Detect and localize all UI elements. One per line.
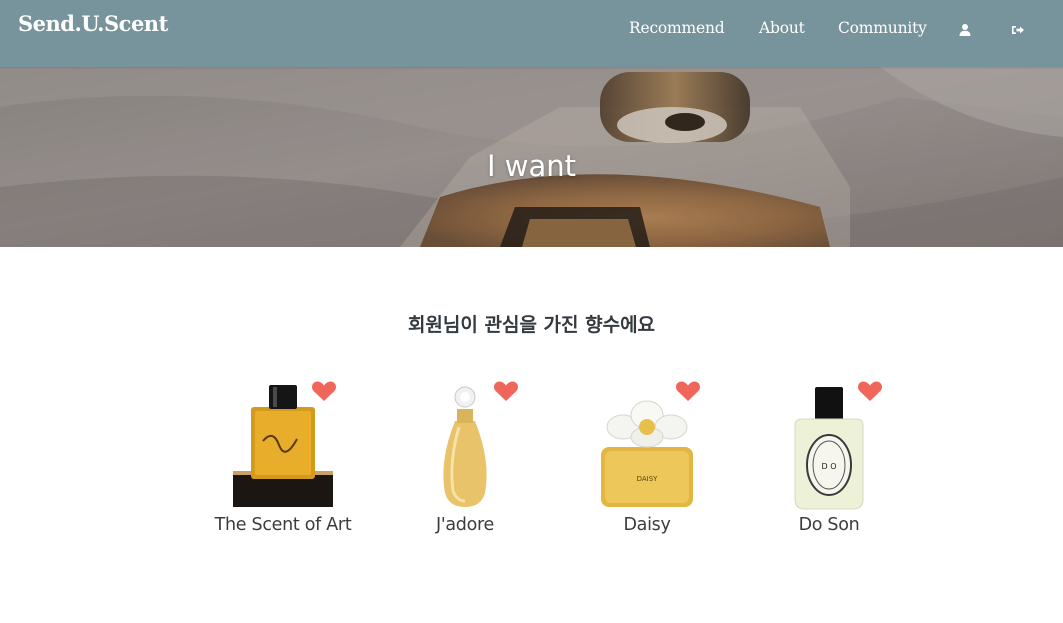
heart-icon[interactable] [675, 379, 701, 403]
nav-link-community[interactable]: Community [838, 19, 927, 37]
nav-link-about[interactable]: About [759, 19, 805, 37]
sign-out-icon[interactable] [1010, 22, 1026, 38]
product-card[interactable]: The Scent of Art [203, 375, 363, 545]
product-name[interactable]: The Scent of Art [183, 515, 383, 535]
product-card[interactable]: J'adore [385, 375, 545, 545]
product-name[interactable]: Daisy [547, 515, 747, 535]
heart-icon[interactable] [493, 379, 519, 403]
svg-text:D O: D O [822, 462, 837, 471]
heart-icon[interactable] [311, 379, 337, 403]
brand-logo[interactable]: Send.U.Scent [18, 11, 168, 36]
heart-icon[interactable] [857, 379, 883, 403]
svg-text:DAISY: DAISY [637, 475, 659, 483]
hero-banner: I want [0, 67, 1063, 247]
product-card[interactable]: DAISY Daisy [567, 375, 727, 545]
wishlist-heading: 회원님이 관심을 가진 향수에요 [407, 313, 656, 336]
product-name[interactable]: Do Son [729, 515, 929, 535]
navbar: Send.U.Scent Recommend About Community [0, 0, 1063, 67]
user-icon[interactable] [957, 22, 973, 38]
hero-title: I want [486, 149, 576, 184]
product-card[interactable]: D O Do Son [749, 375, 909, 545]
nav-link-recommend[interactable]: Recommend [629, 19, 725, 37]
product-name[interactable]: J'adore [365, 515, 565, 535]
